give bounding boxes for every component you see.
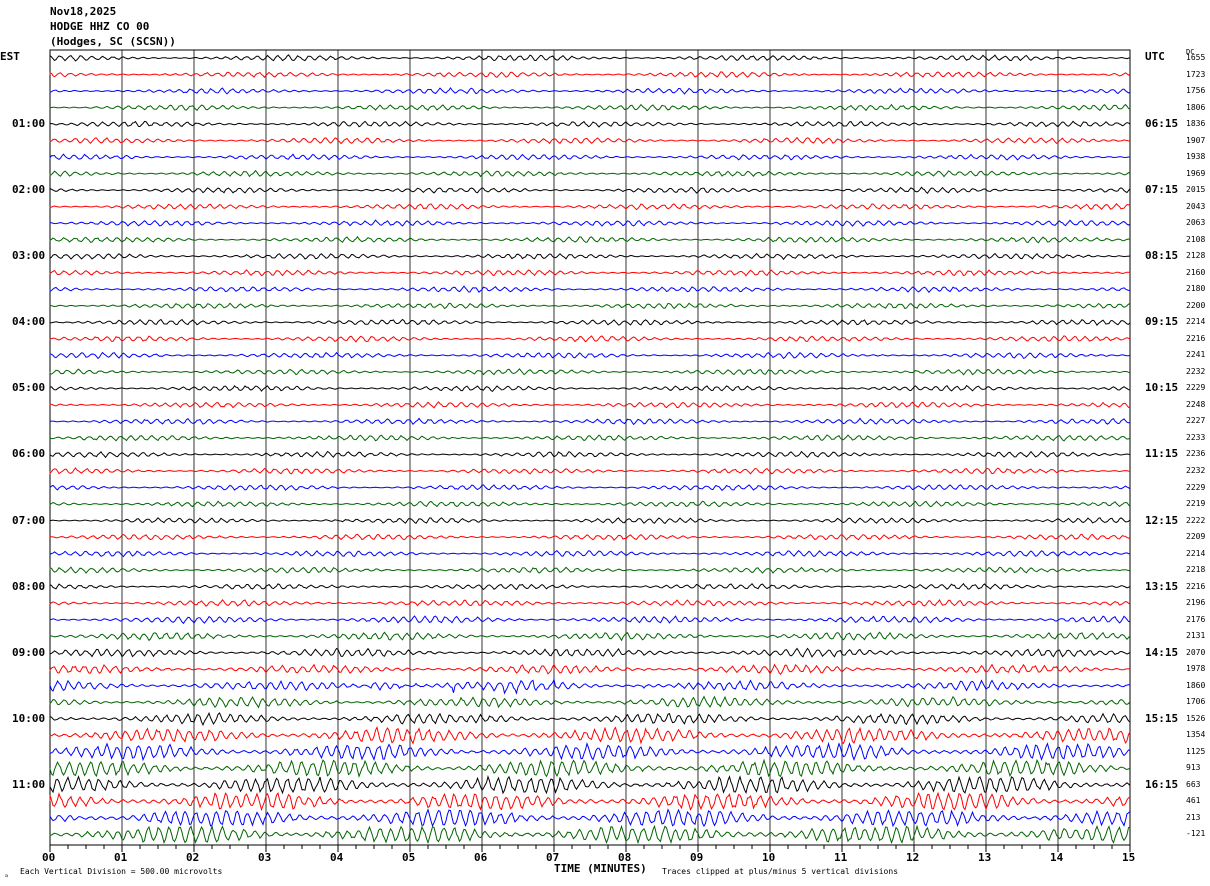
scale-note: Each Vertical Division = 500.00 microvol…: [20, 867, 223, 876]
plot-frame: [49, 49, 1131, 846]
trace-row-6: [49, 153, 1131, 161]
trace-row-29: [49, 533, 1131, 541]
trace-row-19: [49, 368, 1131, 376]
trace-row-26: [49, 484, 1131, 492]
helicorder-plot: [49, 49, 1131, 852]
trace-row-41: [49, 725, 1131, 745]
trace-row-28: [49, 517, 1131, 525]
trace-row-8: [49, 186, 1131, 194]
trace-row-35: [49, 631, 1131, 642]
trace-row-16: [49, 318, 1131, 327]
trace-row-2: [49, 87, 1131, 95]
trace-row-18: [49, 351, 1131, 360]
trace-row-42: [49, 741, 1131, 762]
trace-row-44: [49, 774, 1131, 795]
trace-row-7: [49, 169, 1131, 178]
trace-row-24: [49, 450, 1131, 459]
trace-row-45: [49, 791, 1131, 812]
trace-row-3: [49, 103, 1131, 112]
trace-row-37: [49, 663, 1131, 675]
trace-row-22: [49, 417, 1131, 426]
trace-row-4: [49, 120, 1131, 128]
trace-row-46: [49, 808, 1131, 828]
trace-row-38: [49, 678, 1131, 695]
trace-row-14: [49, 285, 1130, 294]
corner-mark: ₐ: [4, 870, 9, 879]
trace-row-40: [49, 711, 1131, 727]
trace-row-11: [49, 235, 1131, 244]
trace-row-21: [49, 401, 1131, 409]
trace-row-36: [49, 647, 1131, 658]
trace-row-0: [49, 54, 1131, 62]
trace-row-17: [49, 335, 1131, 343]
x-axis-label: TIME (MINUTES): [554, 862, 647, 875]
trace-row-23: [49, 434, 1131, 442]
trace-row-12: [49, 252, 1131, 261]
trace-row-39: [49, 695, 1131, 709]
trace-row-10: [49, 219, 1131, 227]
trace-row-25: [49, 467, 1131, 475]
trace-row-1: [49, 71, 1131, 79]
trace-row-5: [49, 136, 1131, 145]
trace-row-33: [49, 598, 1131, 607]
trace-row-47: [49, 824, 1131, 845]
clip-note: Traces clipped at plus/minus 5 vertical …: [662, 867, 899, 876]
trace-row-27: [49, 500, 1131, 508]
trace-row-20: [49, 385, 1131, 393]
trace-row-30: [49, 550, 1131, 558]
trace-row-9: [49, 203, 1131, 211]
trace-row-31: [49, 566, 1130, 574]
trace-row-15: [49, 302, 1131, 310]
trace-row-43: [49, 758, 1131, 778]
trace-row-32: [49, 582, 1131, 591]
trace-row-34: [49, 615, 1131, 625]
trace-row-13: [49, 269, 1131, 277]
